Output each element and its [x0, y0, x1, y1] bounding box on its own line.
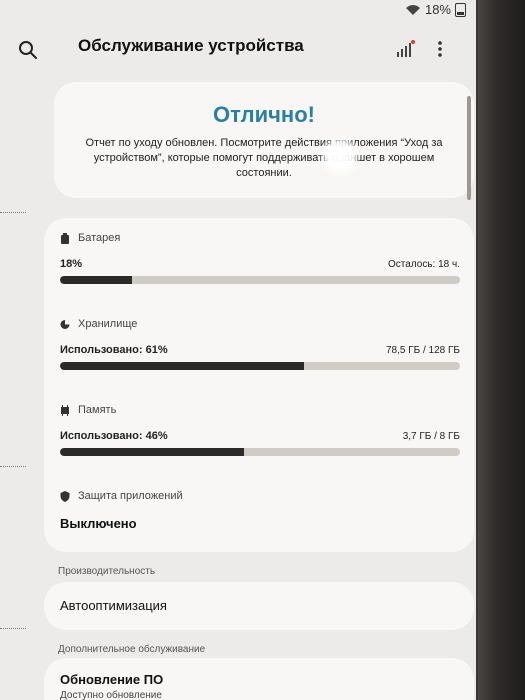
battery-progress-bar — [60, 276, 460, 284]
storage-label: Хранилище — [78, 318, 138, 330]
resources-card: Батарея 18% Осталось: 18 ч. Хранилище Ис… — [44, 218, 474, 552]
status-battery-icon — [455, 2, 466, 17]
tablet-frame-edge — [478, 0, 525, 700]
storage-used: Использовано: 61% — [60, 344, 168, 356]
app-protection-section[interactable]: Защита приложений Выключено — [60, 490, 460, 531]
app-protection-status: Выключено — [60, 516, 137, 531]
screen-glare — [318, 134, 362, 178]
divider-dots — [0, 628, 26, 630]
page-title: Обслуживание устройства — [78, 36, 304, 55]
app-header: Обслуживание устройства — [0, 30, 478, 66]
divider-dots — [0, 212, 26, 214]
signal-bars-icon[interactable] — [394, 38, 416, 60]
software-update-subtitle: Доступно обновление — [60, 690, 162, 700]
search-icon[interactable] — [16, 38, 40, 62]
battery-icon — [61, 232, 69, 244]
battery-label: Батарея — [78, 232, 121, 244]
more-vertical-icon[interactable] — [432, 38, 448, 60]
battery-progress-fill — [60, 276, 132, 284]
memory-progress-fill — [60, 448, 244, 456]
auto-optimization-label: Автооптимизация — [60, 598, 167, 613]
scrollbar-thumb[interactable] — [467, 96, 471, 200]
battery-remaining: Осталось: 18 ч. — [388, 259, 460, 270]
status-description: Отчет по уходу обновлен. Посмотрите дейс… — [85, 137, 443, 179]
divider-dots — [0, 466, 26, 468]
memory-progress-bar — [60, 448, 460, 456]
status-title: Отлично! — [213, 102, 315, 127]
memory-amount: 3,7 ГБ / 8 ГБ — [402, 431, 460, 442]
memory-label: Память — [78, 404, 117, 416]
storage-amount: 78,5 ГБ / 128 ГБ — [386, 345, 460, 356]
wifi-icon — [405, 4, 420, 15]
storage-progress-fill — [60, 362, 304, 370]
battery-percent-value: 18% — [60, 258, 83, 270]
battery-section[interactable]: Батарея 18% Осталось: 18 ч. — [60, 232, 460, 284]
storage-progress-bar — [60, 362, 460, 370]
app-protection-label: Защита приложений — [78, 490, 183, 502]
memory-section[interactable]: Память Использовано: 46% 3,7 ГБ / 8 ГБ — [60, 404, 460, 456]
memory-chip-icon — [61, 404, 69, 416]
performance-group-label: Производительность — [58, 566, 156, 577]
storage-section[interactable]: Хранилище Использовано: 61% 78,5 ГБ / 12… — [60, 318, 460, 370]
additional-care-group-label: Дополнительное обслуживание — [58, 644, 206, 655]
auto-optimization-item[interactable]: Автооптимизация — [44, 582, 474, 630]
storage-icon — [60, 319, 70, 329]
status-bar: 18% — [0, 0, 478, 20]
device-care-screen: 18% Обслуживание устройства Отлично! Отч… — [0, 0, 478, 700]
software-update-item[interactable]: Обновление ПО Доступно обновление — [44, 658, 474, 700]
memory-used: Использовано: 46% — [60, 430, 168, 442]
care-status-card: Отлично! Отчет по уходу обновлен. Посмот… — [54, 82, 474, 198]
battery-percent: 18% — [424, 2, 451, 17]
shield-icon — [60, 490, 70, 502]
software-update-label: Обновление ПО — [60, 672, 164, 687]
